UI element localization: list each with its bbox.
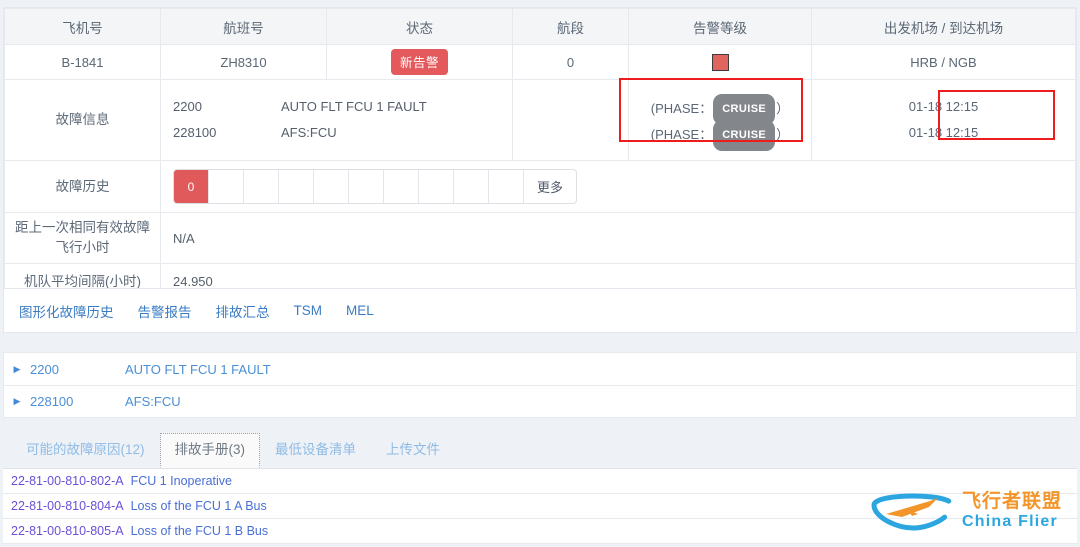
cell-last-same-fault-value: N/A	[160, 212, 1076, 264]
history-cell[interactable]	[489, 170, 524, 203]
tab-possible-causes[interactable]: 可能的故障原因(12)	[11, 433, 160, 468]
last-same-fault-value: N/A	[173, 230, 195, 246]
history-cell[interactable]	[314, 170, 349, 203]
cell-leg: 0	[512, 44, 629, 80]
tab-upload-file[interactable]: 上传文件	[371, 433, 455, 468]
fault-info-table: 飞机号 航班号 状态 航段 告警等级 出发机场 / 到达机场 B-1841 ZH…	[4, 8, 1076, 300]
history-cell[interactable]: 0	[174, 170, 209, 203]
col-header-aircraft: 飞机号	[4, 8, 161, 45]
col-header-leg: 航段	[512, 8, 629, 45]
label-fault-info: 故障信息	[4, 79, 161, 161]
tab-mel-list[interactable]: 最低设备清单	[260, 433, 371, 468]
manual-code[interactable]: 22-81-00-810-805-A	[11, 524, 124, 538]
link-alarm-report[interactable]: 告警报告	[138, 301, 192, 321]
fault-accordion: ▶ 2200 AUTO FLT FCU 1 FAULT ▶ 228100 AFS…	[3, 352, 1077, 418]
history-cell[interactable]	[209, 170, 244, 203]
status-badge[interactable]: 新告警	[390, 49, 448, 75]
history-cell[interactable]	[384, 170, 419, 203]
bottom-tabs-panel: 可能的故障原因(12) 排故手册(3) 最低设备清单 上传文件 22-81-00…	[3, 432, 1077, 544]
accordion-code: 228100	[30, 394, 74, 409]
manual-title[interactable]: Loss of the FCU 1 B Bus	[131, 524, 269, 538]
accordion-code: 2200	[30, 361, 59, 377]
link-troubleshooting-summary[interactable]: 排故汇总	[216, 301, 270, 321]
cell-fault-leg-spacer	[512, 79, 629, 161]
action-link-bar: 图形化故障历史 告警报告 排故汇总 TSM MEL	[3, 288, 1077, 333]
cell-fault-list: 2200 AUTO FLT FCU 1 FAULT 228100 AFS:FCU	[160, 79, 513, 161]
cell-status: 新告警	[326, 44, 513, 80]
link-graphical-fault-history[interactable]: 图形化故障历史	[19, 301, 114, 321]
history-cell[interactable]	[419, 170, 454, 203]
col-header-status: 状态	[326, 8, 513, 45]
fault-history-wrap: 0 更多	[161, 161, 1075, 212]
table-header: 飞机号 航班号 状态 航段 告警等级 出发机场 / 到达机场	[4, 8, 1076, 45]
phase-line: (PHASE： CRUISE）	[629, 120, 811, 151]
phase-prefix: (PHASE：	[650, 126, 713, 142]
fault-code: 2200	[173, 99, 202, 114]
cell-fault-phases: (PHASE： CRUISE） (PHASE： CRUISE）	[628, 79, 812, 161]
history-cell[interactable]	[279, 170, 314, 203]
manual-code[interactable]: 22-81-00-810-804-A	[11, 499, 124, 513]
fault-time: 01-18 12:15	[908, 125, 979, 140]
fault-desc: AFS:FCU	[281, 125, 337, 140]
red-square-icon	[711, 53, 729, 71]
table-body: B-1841 ZH8310 新告警 0 HRB / NGB 故障信息 2200 …	[4, 44, 1076, 300]
cell-airports: HRB / NGB	[811, 44, 1076, 80]
bottom-tabs: 可能的故障原因(12) 排故手册(3) 最低设备清单 上传文件	[3, 432, 1077, 468]
col-header-airports: 出发机场 / 到达机场	[811, 8, 1076, 45]
phase-badge: CRUISE	[713, 120, 776, 151]
accordion-desc: AFS:FCU	[125, 394, 181, 409]
manual-list: 22-81-00-810-802-A FCU 1 Inoperative 22-…	[3, 468, 1077, 544]
label-line-1: 距上一次相同有效故障	[15, 220, 150, 235]
phase-suffix: ）	[776, 100, 790, 116]
phase-suffix: ）	[776, 126, 790, 142]
fault-time: 01-18 12:15	[908, 99, 979, 114]
col-header-alarm-level: 告警等级	[628, 8, 812, 45]
col-header-flight: 航班号	[160, 8, 327, 45]
history-more-button[interactable]: 更多	[524, 170, 576, 203]
list-item[interactable]: 22-81-00-810-804-A Loss of the FCU 1 A B…	[3, 494, 1077, 519]
list-item[interactable]: 22-81-00-810-802-A FCU 1 Inoperative	[3, 469, 1077, 494]
accordion-desc: AUTO FLT FCU 1 FAULT	[125, 361, 271, 377]
app-page: 飞机号 航班号 状态 航段 告警等级 出发机场 / 到达机场 B-1841 ZH…	[0, 0, 1080, 547]
tab-troubleshooting-manual[interactable]: 排故手册(3)	[159, 433, 261, 468]
label-fault-history: 故障历史	[4, 160, 161, 213]
link-tsm[interactable]: TSM	[294, 303, 323, 318]
phase-prefix: (PHASE：	[650, 100, 713, 116]
cell-flight: ZH8310	[160, 44, 327, 80]
fault-code: 228100	[173, 125, 217, 140]
fault-info-panel: 飞机号 航班号 状态 航段 告警等级 出发机场 / 到达机场 B-1841 ZH…	[3, 7, 1077, 300]
manual-title[interactable]: FCU 1 Inoperative	[131, 474, 232, 488]
manual-code[interactable]: 22-81-00-810-802-A	[11, 474, 124, 488]
history-cell[interactable]	[244, 170, 279, 203]
fault-info-block: 2200 AUTO FLT FCU 1 FAULT 228100 AFS:FCU	[161, 80, 512, 160]
link-mel[interactable]: MEL	[346, 303, 374, 318]
accordion-row[interactable]: ▶ 2200 AUTO FLT FCU 1 FAULT	[3, 352, 1077, 385]
fault-line: 228100 AFS:FCU	[173, 120, 512, 146]
phase-line: (PHASE： CRUISE）	[629, 94, 811, 125]
fault-history-strip: 0 更多	[173, 169, 577, 204]
table-row-fault-history: 故障历史 0 更多	[4, 160, 1076, 213]
history-cell[interactable]	[454, 170, 489, 203]
table-header-row: 飞机号 航班号 状态 航段 告警等级 出发机场 / 到达机场	[4, 8, 1076, 45]
chevron-right-icon[interactable]: ▶	[4, 364, 30, 374]
cell-fault-times: 01-18 12:15 01-18 12:15	[811, 79, 1076, 161]
cell-fault-history: 0 更多	[160, 160, 1076, 213]
history-cell[interactable]	[349, 170, 384, 203]
table-row-main: B-1841 ZH8310 新告警 0 HRB / NGB	[4, 44, 1076, 80]
fault-line: 2200 AUTO FLT FCU 1 FAULT	[173, 94, 512, 120]
label-last-same-fault: 距上一次相同有效故障 飞行小时	[4, 212, 161, 264]
manual-title[interactable]: Loss of the FCU 1 A Bus	[131, 499, 267, 513]
table-row-last-same-fault: 距上一次相同有效故障 飞行小时 N/A	[4, 212, 1076, 264]
fault-desc: AUTO FLT FCU 1 FAULT	[281, 99, 427, 114]
label-line-2: 飞行小时	[55, 240, 110, 255]
table-row-fault-info: 故障信息 2200 AUTO FLT FCU 1 FAULT 228100 AFS:…	[4, 79, 1076, 161]
chevron-right-icon[interactable]: ▶	[4, 397, 30, 406]
accordion-row[interactable]: ▶ 228100 AFS:FCU	[3, 385, 1077, 418]
cell-alarm-level	[628, 44, 812, 80]
list-item[interactable]: 22-81-00-810-805-A Loss of the FCU 1 B B…	[3, 519, 1077, 544]
cell-aircraft: B-1841	[4, 44, 161, 80]
